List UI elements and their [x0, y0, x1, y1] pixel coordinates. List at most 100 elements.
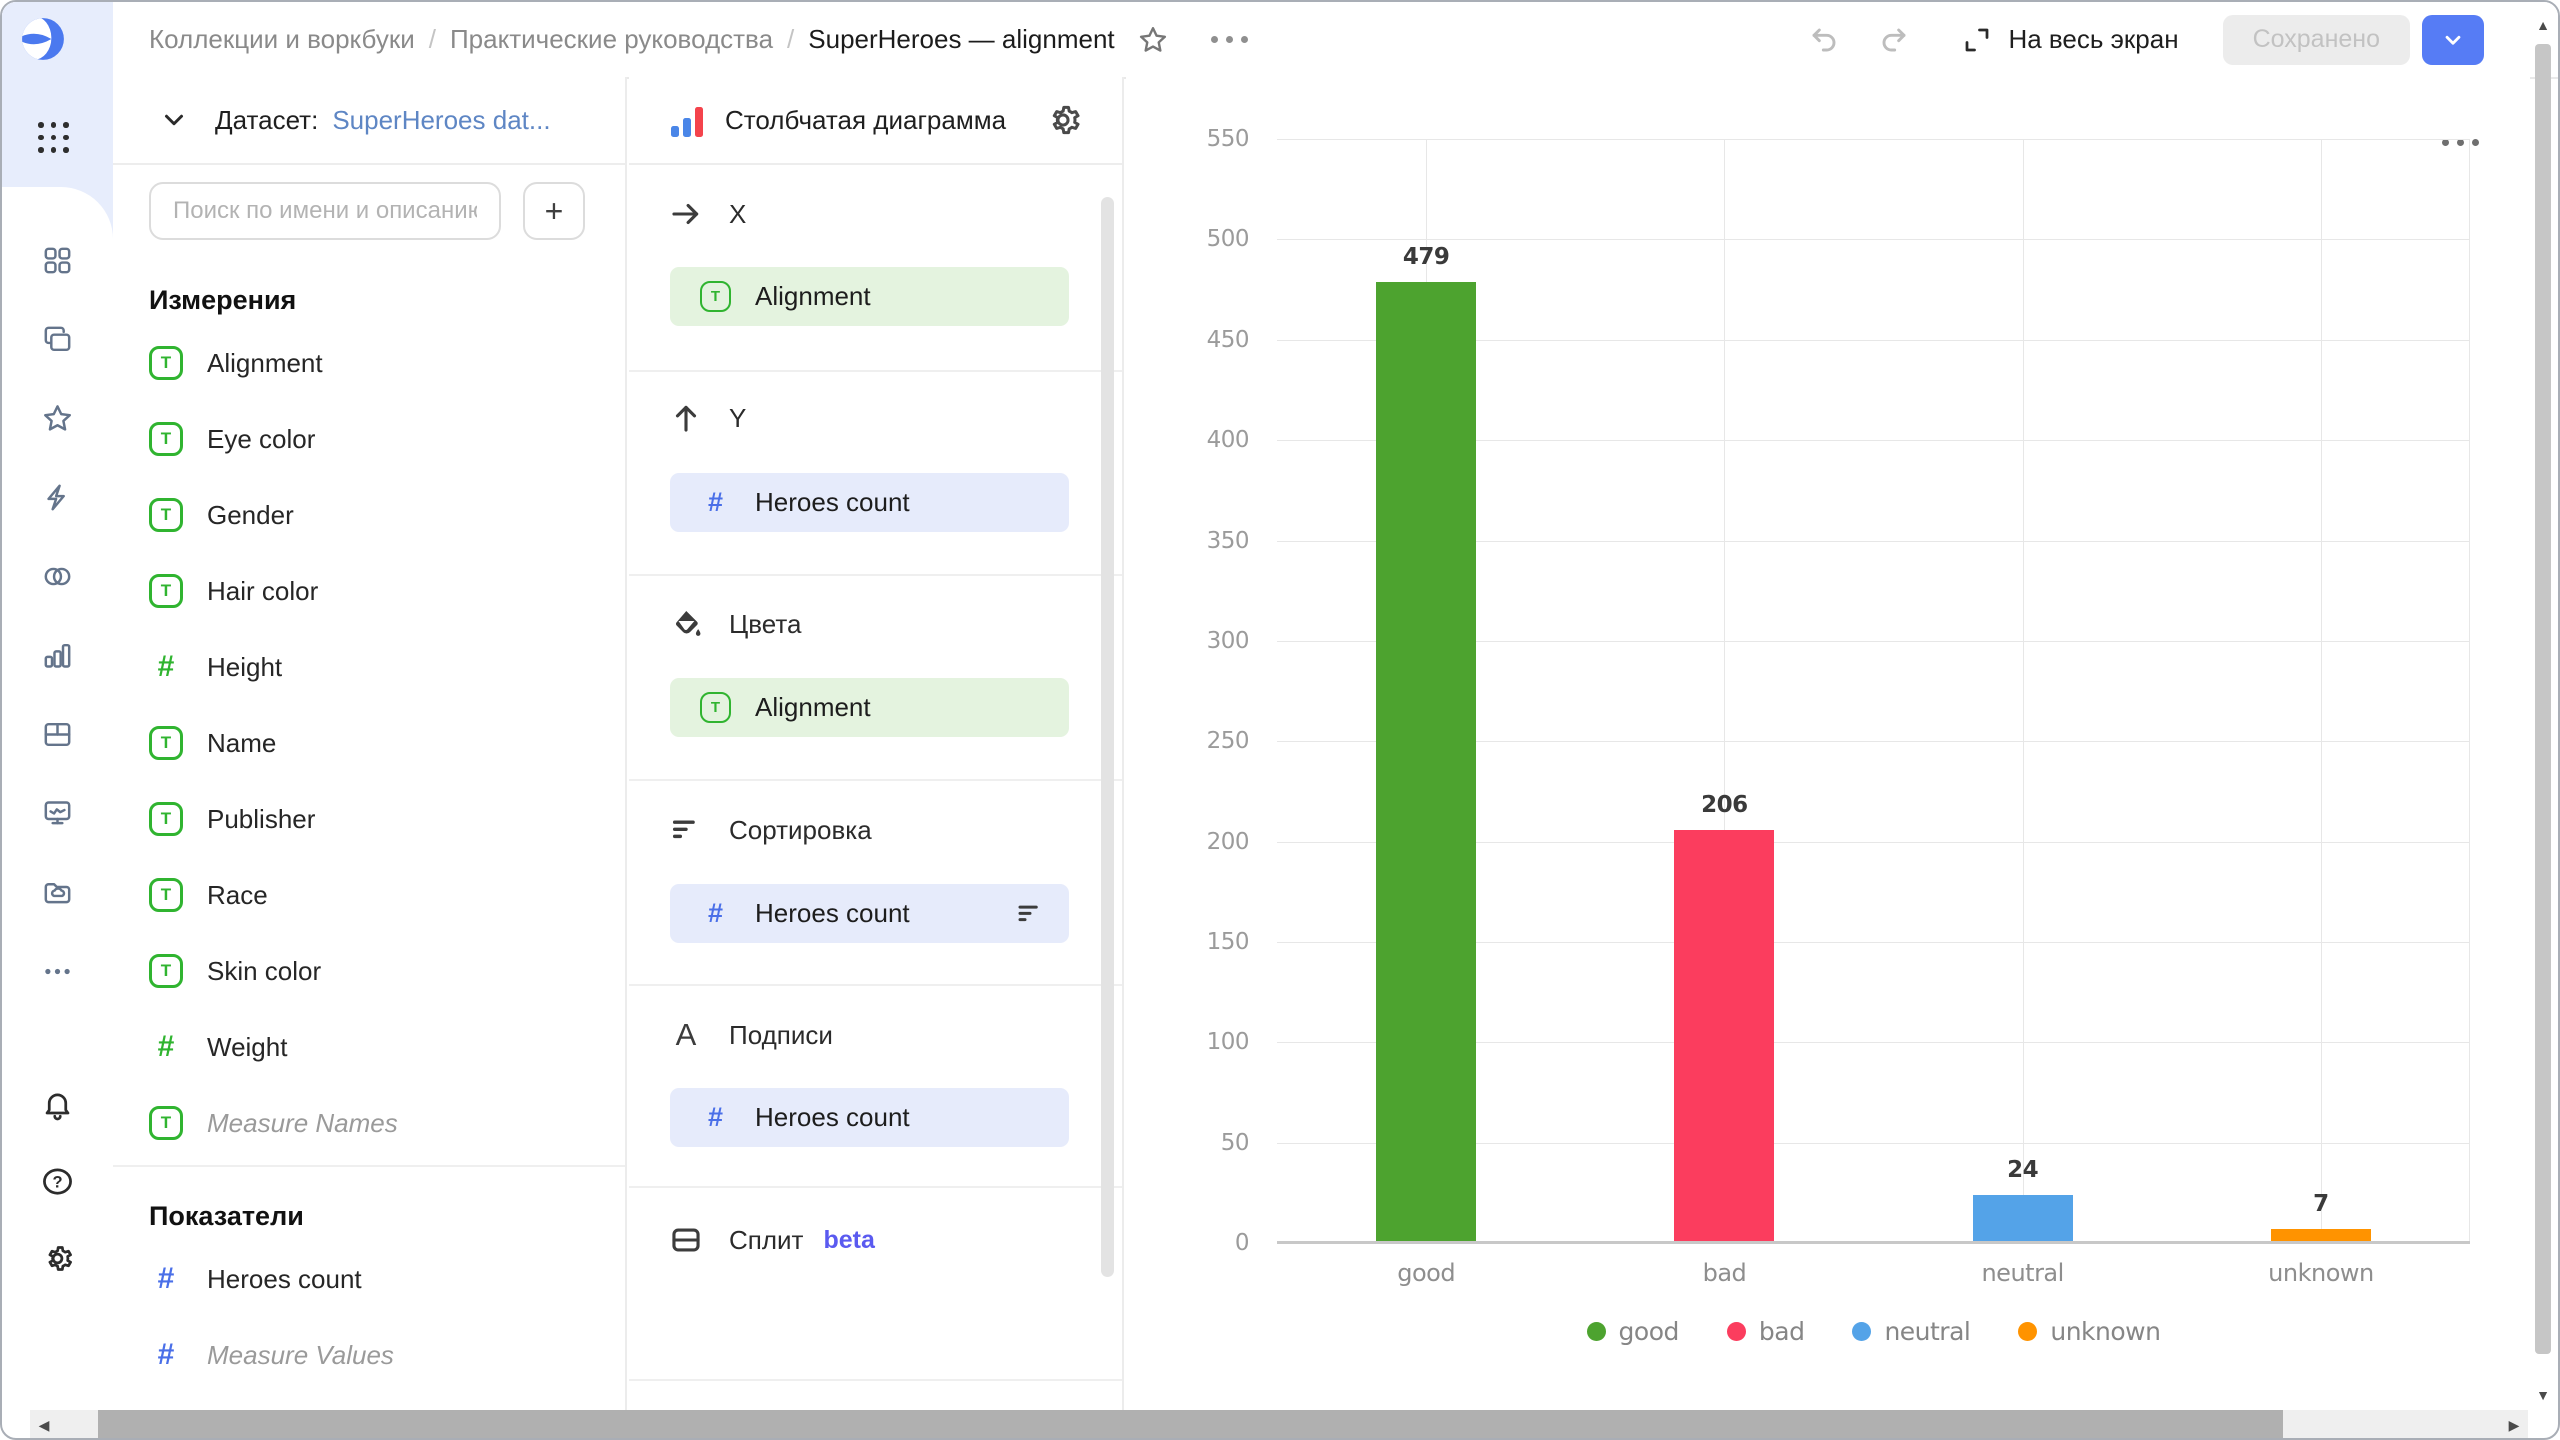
chip-field-name: Heroes count [755, 487, 910, 518]
functions-icon[interactable] [41, 481, 74, 514]
chip-labels-field[interactable]: #Heroes count [670, 1088, 1069, 1147]
storage-icon[interactable] [41, 876, 74, 909]
chip-sort-field[interactable]: #Heroes count [670, 884, 1069, 943]
bar-value-label: 7 [2251, 1191, 2391, 1217]
horizontal-scrollbar-thumb[interactable] [98, 1410, 2283, 1440]
help-icon[interactable]: ? [41, 1165, 74, 1198]
apps-grid-icon[interactable] [38, 122, 69, 153]
scroll-left-arrow-icon[interactable]: ◀ [30, 1410, 58, 1440]
chip-x-field[interactable]: TAlignment [670, 267, 1069, 326]
dataset-field-row[interactable]: TMeasure Names [113, 1085, 619, 1161]
section-x: X [669, 197, 746, 231]
scroll-right-arrow-icon[interactable]: ▶ [2500, 1410, 2528, 1440]
field-label: Name [207, 728, 276, 759]
bar-chart-type-icon[interactable] [671, 103, 703, 137]
dataset-field-row[interactable]: #Measure Values [113, 1317, 619, 1393]
field-label: Race [207, 880, 268, 911]
connections-icon[interactable] [41, 560, 74, 593]
breadcrumb-segment[interactable]: Коллекции и воркбуки [149, 24, 415, 55]
chip-y-field[interactable]: #Heroes count [670, 473, 1069, 532]
notifications-bell-icon[interactable] [41, 1088, 74, 1121]
bar-chart-plot: 550500450400350300250200150100500479good… [1277, 139, 2470, 1243]
charts-icon[interactable] [41, 639, 74, 672]
chart-legend: good bad neutral unknown [1277, 1317, 2470, 1346]
field-label: Hair color [207, 576, 318, 607]
legend-item-unknown[interactable]: unknown [2018, 1317, 2160, 1346]
dataset-field-row[interactable]: TGender [113, 477, 619, 553]
bar-good[interactable] [1376, 282, 1476, 1244]
favorite-star-icon[interactable] [1137, 24, 1169, 56]
section-labels: A Подписи [669, 1017, 833, 1053]
dataset-header: Датасет: SuperHeroes dat... [113, 77, 625, 165]
legend-label: good [1619, 1317, 1679, 1346]
text-field-icon: T [700, 692, 731, 723]
measures-title: Показатели [149, 1201, 304, 1232]
dataset-field-row[interactable]: TName [113, 705, 619, 781]
dataset-field-row[interactable]: TRace [113, 857, 619, 933]
dataset-field-row[interactable]: TSkin color [113, 933, 619, 1009]
dataset-panel: Датасет: SuperHeroes dat... + Измерения … [113, 77, 627, 1410]
undo-icon[interactable] [1808, 24, 1840, 56]
number-field-icon: # [149, 1338, 183, 1372]
chart-settings-gear-icon[interactable] [1044, 101, 1082, 139]
save-dropdown-button[interactable] [2422, 15, 2484, 65]
dataset-field-row[interactable]: TPublisher [113, 781, 619, 857]
y-axis-tick-label: 0 [1235, 1230, 1249, 1256]
chevron-down-icon[interactable] [159, 105, 189, 135]
legend-item-neutral[interactable]: neutral [1852, 1317, 1970, 1346]
fullscreen-icon[interactable] [1962, 25, 1992, 55]
dataset-field-row[interactable]: #Heroes count [113, 1241, 619, 1317]
y-axis-tick-label: 100 [1207, 1029, 1249, 1055]
number-field-icon: # [149, 1030, 183, 1064]
text-field-icon: T [149, 346, 183, 380]
dataset-field-row[interactable]: #Height [113, 629, 619, 705]
field-label: Heroes count [207, 1264, 362, 1295]
split-icon [669, 1223, 703, 1257]
chart-type-label[interactable]: Столбчатая диаграмма [725, 105, 1006, 136]
more-icon[interactable] [41, 955, 74, 988]
dataset-field-row[interactable]: # Weight [113, 1009, 619, 1085]
rail-nav [2, 244, 113, 988]
more-dots-icon[interactable] [1211, 36, 1248, 43]
y-axis-tick-label: 250 [1207, 728, 1249, 754]
field-label: Weight [207, 1032, 287, 1063]
text-field-icon: T [149, 574, 183, 608]
monitoring-icon[interactable] [41, 797, 74, 830]
x-axis-line [1277, 1241, 2470, 1244]
chip-sort-icon[interactable] [1015, 899, 1045, 929]
dataset-field-row[interactable]: TAlignment [113, 325, 619, 401]
chip-colors-field[interactable]: TAlignment [670, 678, 1069, 737]
scroll-down-arrow-icon[interactable]: ▼ [2533, 1384, 2553, 1406]
dataset-field-row[interactable]: TEye color [113, 401, 619, 477]
legend-item-bad[interactable]: bad [1727, 1317, 1805, 1346]
add-field-button[interactable]: + [523, 182, 585, 240]
datalens-logo[interactable] [20, 16, 66, 62]
bar-neutral[interactable] [1973, 1195, 2073, 1243]
scroll-up-arrow-icon[interactable]: ▲ [2533, 14, 2553, 36]
settings-gear-icon[interactable] [41, 1242, 74, 1275]
vertical-scrollbar-thumb[interactable] [2535, 44, 2551, 1354]
config-scrollbar-thumb[interactable] [1101, 197, 1114, 1277]
chip-field-name: Heroes count [755, 898, 910, 929]
field-label: Publisher [207, 804, 315, 835]
svg-text:?: ? [52, 1173, 62, 1191]
search-input[interactable] [149, 182, 501, 240]
dataset-field-row[interactable]: T Hair color [113, 553, 619, 629]
favorites-icon[interactable] [41, 402, 74, 435]
dataset-name-link[interactable]: SuperHeroes dat... [332, 105, 550, 136]
breadcrumb-separator: / [787, 24, 794, 55]
datasets-icon[interactable] [41, 718, 74, 751]
fullscreen-label[interactable]: На весь экран [2008, 24, 2178, 55]
breadcrumb-segment[interactable]: Практические руководства [450, 24, 773, 55]
legend-item-good[interactable]: good [1587, 1317, 1679, 1346]
number-field-icon: # [149, 650, 183, 684]
collections-icon[interactable] [41, 323, 74, 356]
dashboards-icon[interactable] [41, 244, 74, 277]
saved-button[interactable]: Сохранено [2223, 15, 2410, 65]
legend-label: bad [1759, 1317, 1805, 1346]
legend-marker-icon [1587, 1322, 1606, 1341]
y-axis-tick-label: 350 [1207, 528, 1249, 554]
legend-label: unknown [2050, 1317, 2160, 1346]
redo-icon[interactable] [1878, 24, 1910, 56]
bar-bad[interactable] [1674, 830, 1774, 1244]
